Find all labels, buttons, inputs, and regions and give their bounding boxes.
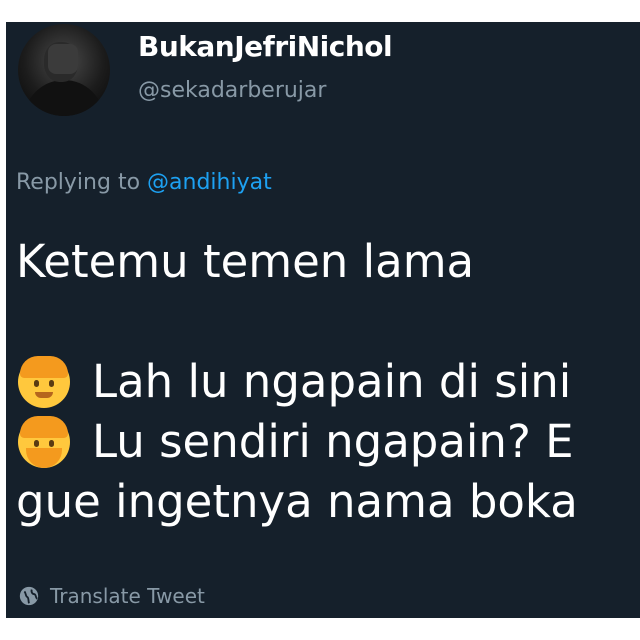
translate-label: Translate Tweet — [50, 584, 205, 608]
man-emoji-icon — [18, 356, 70, 408]
translate-tweet-link[interactable]: Translate Tweet — [18, 584, 205, 608]
user-handle[interactable]: @sekadarberujar — [138, 78, 326, 103]
tweet-line-text: Lu sendiri ngapain? E — [92, 415, 574, 468]
tweet-line-text: Lah lu ngapain di sini — [92, 355, 572, 408]
globe-icon — [19, 586, 39, 606]
tweet-line: gue ingetnya nama boka — [16, 475, 578, 528]
replying-to: Replying to @andihiyat — [16, 170, 272, 195]
replying-prefix: Replying to — [16, 170, 141, 195]
tweet-line: Ketemu temen lama — [16, 235, 475, 288]
tweet-card: BukanJefriNichol @sekadarberujar Replyin… — [6, 22, 640, 618]
avatar[interactable] — [18, 24, 110, 116]
tweet-text: Ketemu temen lama Lah lu ngapain di sini… — [16, 232, 578, 532]
avatar-shoulders — [24, 80, 104, 116]
display-name[interactable]: BukanJefriNichol — [138, 30, 393, 63]
avatar-hand — [48, 44, 78, 74]
tweet-line: Lu sendiri ngapain? E — [16, 412, 578, 472]
reply-mention-link[interactable]: @andihiyat — [147, 170, 272, 195]
tweet-line: Lah lu ngapain di sini — [16, 352, 578, 412]
bearded-man-emoji-icon — [18, 416, 70, 468]
